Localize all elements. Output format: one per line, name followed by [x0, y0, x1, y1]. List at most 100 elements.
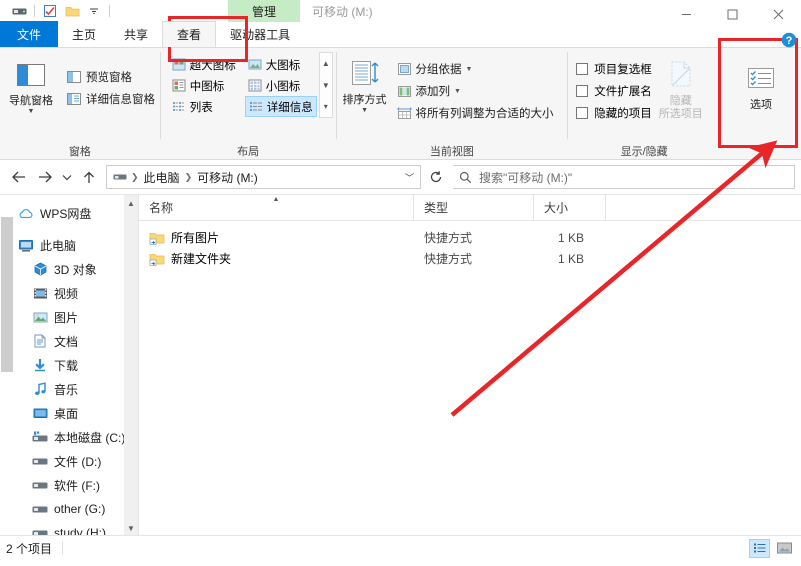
sidebar-label: 文档 — [54, 334, 79, 349]
checkbox[interactable] — [576, 107, 589, 119]
status-divider — [62, 541, 64, 555]
sidebar-scrollbar-thumb[interactable] — [1, 217, 13, 372]
preview-pane-button[interactable]: 预览窗格 — [62, 66, 159, 88]
forward-arrow-icon[interactable] — [32, 164, 58, 190]
sort-by-button[interactable]: 排序方式 ▼ — [337, 52, 393, 114]
view-extra-large-icons[interactable]: 超大图标 — [169, 54, 239, 75]
music-icon — [30, 382, 50, 396]
sidebar-item-local-disk-c[interactable]: 本地磁盘 (C:) — [0, 425, 138, 449]
layout-gallery-scrollbar[interactable]: ▲ ▼ ▾ — [318, 52, 333, 118]
search-input[interactable]: 搜索"可移动 (M:)" — [453, 165, 795, 189]
gallery-expand-icon[interactable]: ▾ — [320, 96, 332, 117]
options-button[interactable]: 选项 — [721, 52, 801, 112]
breadcrumb-item-this-pc[interactable]: 此电脑 — [141, 169, 183, 186]
add-columns-button[interactable]: 添加列 ▼ — [393, 80, 558, 102]
tab-file[interactable]: 文件 — [0, 21, 59, 47]
column-header-type[interactable]: 类型 — [414, 195, 534, 220]
sidebar-item-wps-cloud[interactable]: WPS网盘 — [0, 201, 138, 225]
gallery-scroll-up-icon[interactable]: ▲ — [320, 53, 332, 74]
file-type-cell: 快捷方式 — [424, 231, 473, 245]
address-bar: ❯ 此电脑 ❯ 可移动 (M:) ﹀ 搜索"可移动 (M:)" — [0, 160, 801, 194]
new-folder-icon[interactable] — [61, 0, 83, 22]
large-icons-view-button[interactable] — [774, 539, 795, 558]
column-headers: ▲ 名称 类型 大小 — [139, 195, 801, 221]
hidden-items-option[interactable]: 隐藏的项目 — [576, 102, 652, 124]
table-row[interactable]: 所有图片 快捷方式 1 KB — [139, 227, 801, 248]
view-large-icons-label: 大图标 — [265, 59, 301, 72]
file-explorer-window: 管理 可移动 (M:) 文件 主页 共享 查看 驱动器工具 导航窗格 ▼ 预览窗… — [0, 0, 801, 566]
details-pane-button[interactable]: 详细信息窗格 — [62, 88, 159, 110]
file-name-cell[interactable]: 新建文件夹 — [139, 250, 414, 267]
drive-icon — [30, 528, 50, 535]
sidebar-item-documents[interactable]: 文档 — [0, 329, 138, 353]
group-by-icon — [397, 62, 412, 76]
group-by-button[interactable]: 分组依据 ▼ — [393, 58, 558, 80]
checkbox[interactable] — [576, 63, 589, 75]
back-arrow-icon[interactable] — [6, 164, 32, 190]
customize-quick-access-caret[interactable] — [83, 0, 105, 22]
table-row[interactable]: 新建文件夹 快捷方式 1 KB — [139, 248, 801, 269]
ribbon-body: 导航窗格 ▼ 预览窗格 详细信息窗格 窗格 超大图标 大图标 中图标 小图标 列… — [0, 48, 801, 160]
file-name-cell[interactable]: 所有图片 — [139, 229, 414, 246]
chevron-down-icon[interactable]: ▼ — [28, 108, 35, 115]
address-input[interactable]: ❯ 此电脑 ❯ 可移动 (M:) ﹀ — [106, 165, 421, 189]
drive-icon[interactable] — [8, 0, 30, 22]
sidebar-label: 软件 (F:) — [54, 478, 100, 493]
scroll-down-icon[interactable]: ▼ — [124, 520, 138, 535]
checkbox[interactable] — [576, 85, 589, 97]
sidebar-item-music[interactable]: 音乐 — [0, 377, 138, 401]
gallery-scroll-down-icon[interactable]: ▼ — [320, 75, 332, 96]
tab-home[interactable]: 主页 — [58, 21, 110, 47]
help-icon[interactable]: ? — [781, 32, 797, 48]
chevron-down-icon[interactable]: ▼ — [454, 88, 461, 95]
view-details[interactable]: 详细信息 — [244, 96, 317, 117]
sidebar-item-3d-objects[interactable]: 3D 对象 — [0, 257, 138, 281]
file-extensions-option[interactable]: 文件扩展名 — [576, 80, 652, 102]
view-list[interactable]: 列表 — [169, 96, 239, 117]
view-large-icons[interactable]: 大图标 — [245, 54, 317, 75]
chevron-down-icon[interactable]: ▼ — [361, 107, 368, 114]
size-all-columns-button[interactable]: 将所有列调整为合适的大小 — [393, 102, 558, 124]
sidebar-item-drive-h[interactable]: study (H:) — [0, 521, 138, 535]
details-view-button[interactable] — [749, 538, 770, 558]
chevron-down-icon[interactable]: ▼ — [466, 66, 473, 73]
content-area: WPS网盘 此电脑 3D 对象 视频 图片 文档 下载 音乐 桌面 本地磁盘 (… — [0, 194, 801, 535]
sidebar-item-drive-d[interactable]: 文件 (D:) — [0, 449, 138, 473]
sidebar-item-downloads[interactable]: 下载 — [0, 353, 138, 377]
sidebar-label: 本地磁盘 (C:) — [54, 430, 126, 445]
svg-text:?: ? — [786, 35, 793, 47]
file-name-label: 新建文件夹 — [171, 252, 232, 266]
view-small-icons[interactable]: 小图标 — [245, 75, 317, 96]
chevron-down-icon[interactable]: ﹀ — [405, 171, 414, 184]
view-medium-icons-label: 中图标 — [189, 80, 225, 93]
search-icon — [459, 171, 472, 184]
sidebar-item-pictures[interactable]: 图片 — [0, 305, 138, 329]
window-title: 可移动 (M:) — [312, 4, 373, 19]
hide-selected-icon — [667, 60, 695, 92]
large-icons-icon — [248, 58, 262, 71]
view-medium-icons[interactable]: 中图标 — [169, 75, 239, 96]
tab-drive-tools[interactable]: 驱动器工具 — [216, 21, 304, 47]
sidebar-item-this-pc[interactable]: 此电脑 — [0, 233, 138, 257]
column-header-size[interactable]: 大小 — [534, 195, 606, 220]
tab-view[interactable]: 查看 — [162, 21, 217, 47]
navigation-pane-button[interactable]: 导航窗格 ▼ — [0, 52, 62, 115]
item-checkboxes-option[interactable]: 项目复选框 — [576, 58, 652, 80]
scroll-up-icon[interactable]: ▲ — [124, 195, 138, 211]
sidebar-item-desktop[interactable]: 桌面 — [0, 401, 138, 425]
sidebar-item-drive-f[interactable]: 软件 (F:) — [0, 473, 138, 497]
sidebar-item-videos[interactable]: 视频 — [0, 281, 138, 305]
sort-by-label: 排序方式 — [342, 94, 387, 107]
breadcrumb-separator: ❯ — [131, 171, 139, 182]
refresh-icon[interactable] — [423, 165, 449, 189]
up-arrow-icon[interactable] — [76, 164, 102, 190]
breadcrumb-item-removable-drive[interactable]: 可移动 (M:) — [194, 169, 261, 186]
folder-shortcut-icon — [149, 252, 165, 266]
sidebar-label: 下载 — [54, 358, 79, 373]
tab-share[interactable]: 共享 — [110, 21, 162, 47]
column-header-name[interactable]: ▲ 名称 — [139, 195, 414, 220]
recent-locations-icon[interactable] — [58, 164, 76, 190]
sidebar-scrollbar[interactable]: ▲ ▼ — [124, 195, 138, 535]
properties-icon[interactable] — [39, 0, 61, 22]
sidebar-item-drive-g[interactable]: other (G:) — [0, 497, 138, 521]
